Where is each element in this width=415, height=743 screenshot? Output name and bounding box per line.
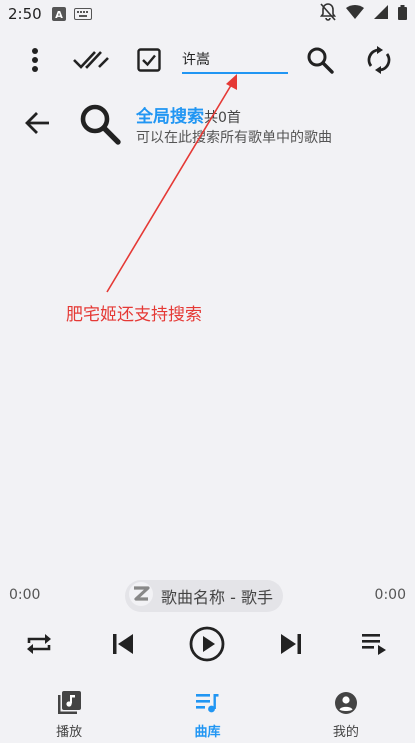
previous-track-icon[interactable] [101,622,145,666]
song-title: 歌曲名称 - 歌手 [161,588,273,607]
wifi-icon [346,5,364,23]
search-header-icon [78,102,122,150]
annotation-text: 肥宅姬还支持搜索 [66,305,202,325]
nav-item-mine[interactable]: 我的 [277,688,415,743]
next-track-icon[interactable] [269,622,313,666]
music-library-icon [57,691,82,719]
search-icon[interactable] [300,38,340,82]
back-arrow-icon[interactable] [20,106,54,140]
status-bar: 2:50 A [0,0,415,28]
now-playing-chip[interactable]: 歌曲名称 - 歌手 [125,580,283,612]
done-all-icon[interactable] [71,38,111,82]
refresh-icon[interactable] [359,38,399,82]
nav-label-library: 曲库 [194,725,221,740]
checkbox-icon[interactable] [129,38,169,82]
notifications-off-icon [319,3,337,25]
repeat-icon[interactable] [17,622,61,666]
player-info: 0:00 歌曲名称 - 歌手 0:00 [0,578,415,614]
app-logo-icon [129,582,153,610]
status-time: 2:50 [8,5,42,23]
time-total: 0:00 [374,587,406,603]
toolbar [0,38,415,82]
page-title: 全局搜索 [136,107,204,127]
account-circle-icon [334,691,358,719]
more-vert-icon[interactable] [15,38,55,82]
nav-item-library[interactable]: 曲库 [138,688,276,743]
nav-item-play[interactable]: 播放 [0,688,138,743]
page-subtitle: 可以在此搜索所有歌单中的歌曲 [136,130,332,146]
play-icon[interactable] [185,622,229,666]
nav-label-mine: 我的 [332,725,359,740]
bottom-nav: 播放 曲库 我的 [0,688,415,743]
svg-text:A: A [55,10,63,21]
playlist-music-icon [195,691,219,719]
search-input[interactable] [182,46,288,74]
signal-icon [374,5,388,23]
search-header: 全局搜索 共0首 可以在此搜索所有歌单中的歌曲 [0,98,415,154]
time-elapsed: 0:00 [9,587,41,603]
song-count: 共0首 [204,110,241,126]
a-notification-icon: A [51,7,66,21]
playback-controls [0,622,415,666]
keyboard-icon [73,8,92,20]
nav-label-play: 播放 [56,725,83,740]
battery-icon [398,4,407,24]
queue-icon[interactable] [352,622,396,666]
